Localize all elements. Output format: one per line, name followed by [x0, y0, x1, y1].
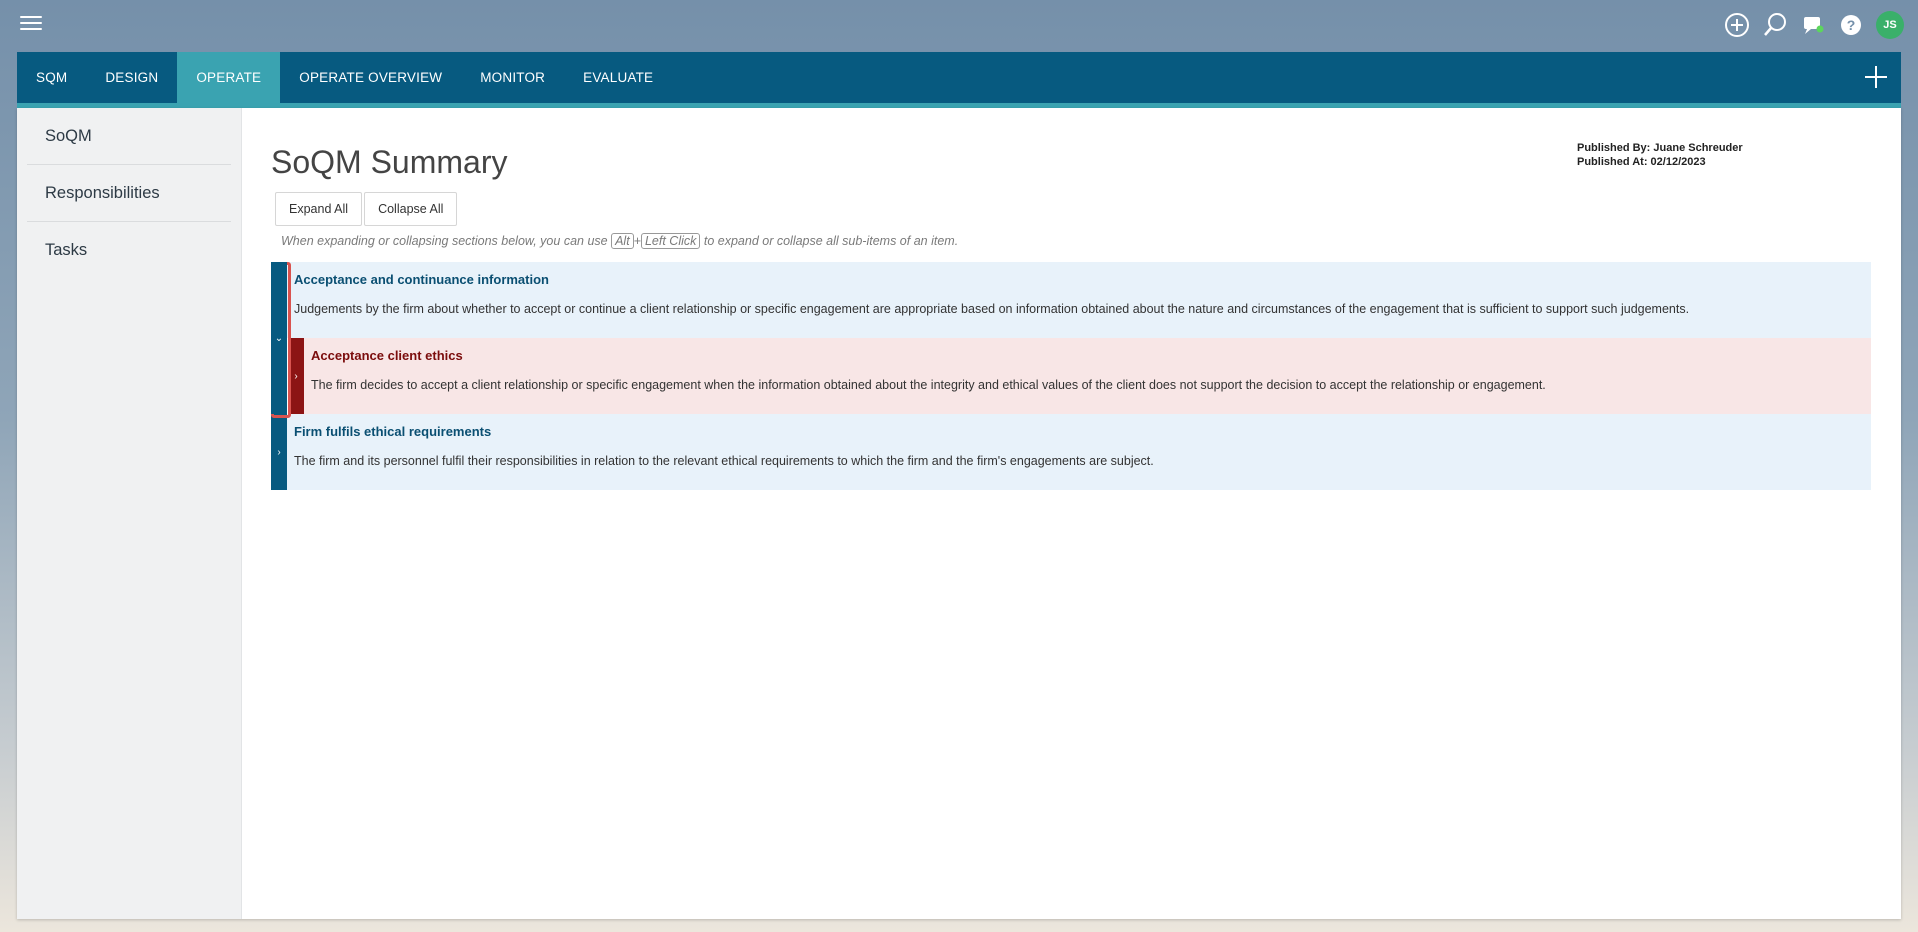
expand-collapse-buttons: Expand All Collapse All: [275, 192, 458, 226]
sidebar-item-responsibilities[interactable]: Responsibilities: [27, 165, 231, 222]
tree-item-acceptance-client-ethics: › Acceptance client ethics The firm deci…: [288, 338, 1871, 414]
published-info: Published By: Juane Schreuder Published …: [1577, 141, 1743, 169]
avatar[interactable]: JS: [1876, 11, 1904, 39]
tab-sqm[interactable]: SQM: [17, 52, 86, 103]
sidebar-item-soqm[interactable]: SoQM: [27, 108, 231, 165]
add-circle-icon[interactable]: [1724, 12, 1750, 38]
item-title[interactable]: Firm fulfils ethical requirements: [294, 424, 491, 439]
plus-icon[interactable]: [1861, 62, 1891, 92]
help-icon[interactable]: ?: [1838, 12, 1864, 38]
chevron-right-icon: ›: [277, 446, 281, 458]
hint-before: When expanding or collapsing sections be…: [281, 234, 608, 248]
content-area: SoQM Summary Published By: Juane Schreud…: [241, 108, 1901, 919]
main-nav: SQM DESIGN OPERATE OPERATE OVERVIEW MONI…: [17, 52, 1901, 108]
item-title[interactable]: Acceptance client ethics: [311, 348, 463, 363]
tab-monitor[interactable]: MONITOR: [461, 52, 564, 103]
chevron-right-icon: ›: [294, 370, 298, 382]
tab-operate-overview[interactable]: OPERATE OVERVIEW: [280, 52, 461, 103]
tab-design[interactable]: DESIGN: [86, 52, 177, 103]
item-description: The firm and its personnel fulfil their …: [294, 454, 1154, 468]
top-bar: ? JS: [0, 0, 1918, 52]
alt-key-badge: Alt: [611, 233, 634, 249]
tree-item-acceptance-continuance: ⌄ Acceptance and continuance information…: [271, 262, 1871, 414]
published-at: Published At: 02/12/2023: [1577, 156, 1706, 168]
tab-operate[interactable]: OPERATE: [177, 52, 281, 103]
main-panel: SoQM Responsibilities Tasks SoQM Summary…: [17, 108, 1901, 919]
chat-icon[interactable]: [1800, 12, 1826, 38]
hint-plus: +: [633, 234, 641, 248]
item-toggle[interactable]: ›: [288, 338, 304, 414]
left-click-badge: Left Click: [640, 233, 701, 249]
item-toggle[interactable]: ›: [271, 414, 287, 490]
page-title: SoQM Summary: [271, 144, 508, 180]
item-toggle[interactable]: ⌄: [271, 262, 287, 414]
hint-after: to expand or collapse all sub-items of a…: [703, 234, 959, 248]
sidebar-item-tasks[interactable]: Tasks: [27, 222, 231, 278]
search-icon[interactable]: [1762, 12, 1788, 38]
item-title[interactable]: Acceptance and continuance information: [294, 272, 549, 287]
top-icons: ? JS: [1724, 11, 1904, 39]
sidebar: SoQM Responsibilities Tasks: [17, 108, 242, 919]
chevron-down-icon: ⌄: [274, 332, 284, 344]
published-by: Published By: Juane Schreuder: [1577, 142, 1743, 154]
svg-text:?: ?: [1847, 17, 1856, 33]
collapse-all-button[interactable]: Collapse All: [364, 192, 458, 226]
tab-evaluate[interactable]: EVALUATE: [564, 52, 672, 103]
hamburger-menu-icon[interactable]: [20, 16, 42, 34]
hint-text: When expanding or collapsing sections be…: [281, 233, 959, 249]
tree-item-ethical-requirements: › Firm fulfils ethical requirements The …: [271, 414, 1871, 490]
expand-all-button[interactable]: Expand All: [275, 192, 363, 226]
item-description: The firm decides to accept a client rela…: [311, 378, 1546, 392]
item-description: Judgements by the firm about whether to …: [294, 302, 1690, 316]
summary-tree: ⌄ Acceptance and continuance information…: [271, 262, 1871, 490]
